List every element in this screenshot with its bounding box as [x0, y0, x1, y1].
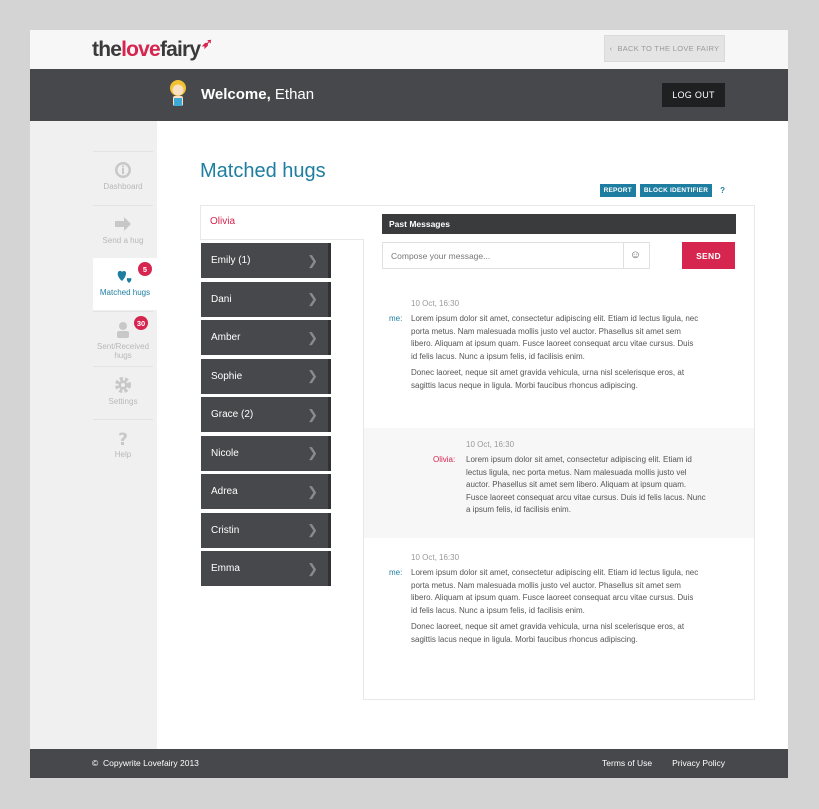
- contact-item[interactable]: Grace (2) ❯: [201, 397, 331, 432]
- message-item: 10 Oct, 16:30 me: Lorem ipsum dolor sit …: [364, 539, 754, 679]
- copyright-icon: ©: [92, 758, 99, 768]
- welcome-message: Welcome, Ethan: [201, 86, 315, 103]
- message-time: 10 Oct, 16:30: [466, 440, 515, 449]
- active-contact-header: Olivia: [200, 205, 364, 240]
- contact-item[interactable]: Emma ❯: [201, 551, 331, 586]
- gear-icon: [115, 377, 131, 393]
- avatar: [170, 80, 186, 106]
- arrow-right-icon: [115, 217, 131, 231]
- sidebar-item-sent-received-hugs[interactable]: Sent/Received hugs 30: [93, 311, 153, 363]
- message-body: Lorem ipsum dolor sit amet, consectetur …: [466, 455, 706, 514]
- bird-icon: ➶: [201, 35, 213, 51]
- block-identifier-button[interactable]: BLOCK IDENTIFIER: [639, 184, 713, 197]
- help-link[interactable]: ?: [720, 186, 725, 195]
- matched-count-badge: 5: [138, 262, 152, 276]
- compose-placeholder: Compose your message...: [391, 250, 491, 261]
- app-frame: thelovefairy➶ ‹ BACK TO THE LOVE FAIRY W…: [30, 30, 788, 778]
- message-sender: me:: [389, 314, 403, 323]
- contact-item[interactable]: Emily (1) ❯: [201, 243, 331, 278]
- message-time: 10 Oct, 16:30: [411, 553, 460, 562]
- compose-field[interactable]: Compose your message... ☺: [382, 242, 650, 269]
- message-sender: Olivia:: [433, 455, 456, 464]
- chevron-right-icon: ❯: [307, 291, 318, 306]
- svg-text:?: ?: [118, 430, 128, 447]
- terms-link[interactable]: Terms of Use: [602, 758, 652, 768]
- sidebar: Dashboard Send a hug Matched hugs 5 Sent…: [30, 121, 157, 749]
- conversation-panel: Past Messages Compose your message... ☺ …: [363, 205, 755, 700]
- contact-item[interactable]: Nicole ❯: [201, 435, 331, 471]
- footer-links: Terms of Use Privacy Policy: [602, 758, 725, 768]
- main-content: Matched hugs REPORT BLOCK IDENTIFIER ? P…: [157, 121, 788, 749]
- message-item: 10 Oct, 16:30 me: Lorem ipsum dolor sit …: [364, 286, 754, 426]
- chevron-right-icon: ❯: [307, 483, 318, 499]
- conversation-actions: REPORT BLOCK IDENTIFIER ?: [599, 184, 725, 197]
- sidebar-item-help[interactable]: ? Help: [93, 419, 153, 471]
- sidebar-item-send-a-hug[interactable]: Send a hug: [93, 205, 153, 257]
- chevron-right-icon: ❯: [307, 522, 318, 537]
- info-icon: [115, 162, 131, 178]
- contact-item[interactable]: Cristin ❯: [201, 512, 331, 548]
- chevron-right-icon: ❯: [307, 329, 318, 345]
- chevron-right-icon: ❯: [307, 445, 318, 460]
- welcome-bar: Welcome, Ethan LOG OUT: [30, 69, 788, 121]
- chevron-right-icon: ❯: [307, 368, 318, 383]
- back-to-site-button[interactable]: ‹ BACK TO THE LOVE FAIRY: [604, 35, 725, 62]
- privacy-link[interactable]: Privacy Policy: [672, 758, 725, 768]
- message-item: 10 Oct, 16:30 Olivia: Lorem ipsum dolor …: [364, 428, 754, 538]
- logout-button[interactable]: LOG OUT: [662, 83, 725, 107]
- active-contact[interactable]: Olivia: [201, 206, 364, 242]
- contact-item[interactable]: Amber ❯: [201, 320, 331, 355]
- report-button[interactable]: REPORT: [599, 184, 636, 197]
- emoji-icon[interactable]: ☺: [622, 242, 641, 269]
- person-icon: [117, 322, 129, 338]
- hearts-icon: [117, 270, 132, 283]
- contact-item[interactable]: Sophie ❯: [201, 358, 331, 394]
- send-button[interactable]: SEND: [682, 242, 735, 269]
- chevron-right-icon: ❯: [307, 560, 318, 576]
- contact-list: Emily (1) ❯ Dani ❯ Amber ❯ Sophie ❯ Grace (2…: [201, 243, 331, 590]
- footer: © Copywrite Lovefairy 2013 Terms of Use …: [30, 749, 788, 778]
- message-time: 10 Oct, 16:30: [411, 299, 460, 308]
- logo[interactable]: thelovefairy➶: [92, 35, 213, 62]
- message-body: Lorem ipsum dolor sit amet, consectetur …: [411, 314, 699, 390]
- message-sender: me:: [389, 568, 403, 577]
- sidebar-item-settings[interactable]: Settings: [93, 366, 153, 418]
- copyright: © Copywrite Lovefairy 2013: [92, 758, 199, 768]
- sent-received-count-badge: 30: [134, 316, 148, 330]
- chevron-right-icon: ❯: [307, 252, 318, 268]
- chevron-right-icon: ❯: [307, 406, 318, 422]
- contact-item[interactable]: Dani ❯: [201, 281, 331, 317]
- sidebar-item-matched-hugs[interactable]: Matched hugs 5: [93, 258, 157, 310]
- contact-item[interactable]: Adrea ❯: [201, 474, 331, 509]
- message-body: Lorem ipsum dolor sit amet, consectetur …: [411, 568, 699, 644]
- past-messages-header: Past Messages: [382, 214, 736, 234]
- page-title: Matched hugs: [200, 160, 326, 182]
- chevron-left-icon: ‹: [609, 44, 613, 53]
- question-icon: ?: [118, 430, 128, 447]
- top-bar: thelovefairy➶ ‹ BACK TO THE LOVE FAIRY: [30, 30, 788, 69]
- sidebar-item-dashboard[interactable]: Dashboard: [93, 151, 153, 203]
